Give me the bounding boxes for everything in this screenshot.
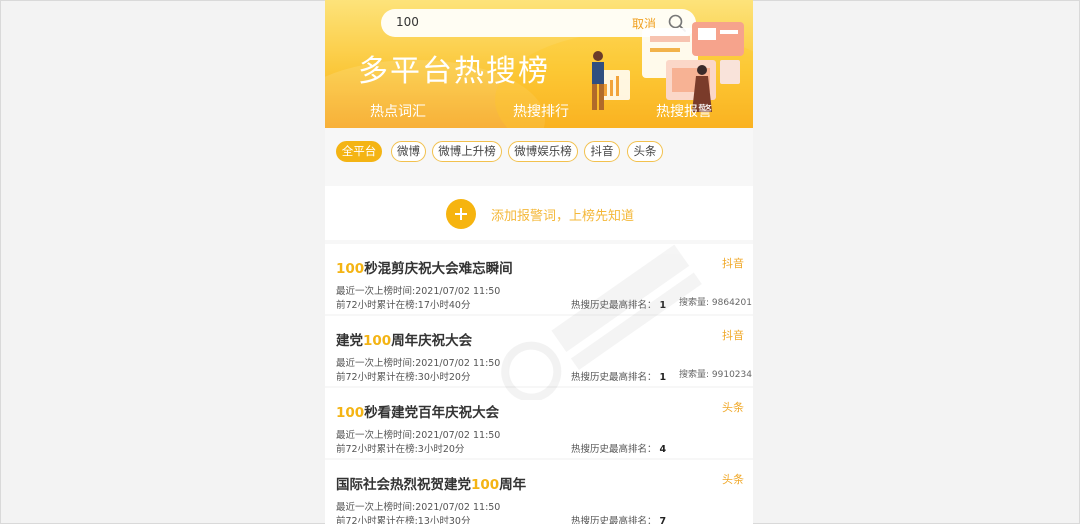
tab-hot-words[interactable]: 热点词汇 [370,101,426,121]
item-rank-value: 7 [659,516,667,524]
item-title-text: 秒看建党百年庆祝大会 [364,405,500,421]
watermark-logo-icon [501,244,702,400]
item-title-highlight: 100 [363,333,392,349]
item-rank-label: 热搜历史最高排名： [571,444,657,455]
filter-chip-weibo-rising[interactable]: 微博上升榜 [432,141,502,162]
phone-screen: 100 取消 多平台热搜榜 热点词汇 热搜排行 热搜报警 全平台 微博 微博上升… [325,0,753,524]
item-title: 100秒看建党百年庆祝大会 [336,401,499,421]
item-title-text: 建党 [336,333,363,349]
item-source: 头条 [722,473,744,486]
item-source: 头条 [722,401,744,414]
item-title-highlight: 100 [336,261,365,277]
item-title-text: 国际社会热烈祝贺建党 [336,477,471,493]
item-title: 国际社会热烈祝贺建党100周年 [336,473,526,493]
item-title-text: 周年庆祝大会 [391,333,473,349]
page-title: 多平台热搜榜 [358,54,550,89]
item-last-time: 最近一次上榜时间:2021/07/02 11:50 [336,502,501,513]
tab-bar: 热点词汇 热搜排行 热搜报警 [325,101,753,125]
filter-chip-all[interactable]: 全平台 [336,141,382,162]
item-duration: 前72小时累计在榜:30小时20分 [336,372,471,383]
add-alert-label[interactable]: 添加报警词，上榜先知道 [491,205,634,224]
item-rank: 热搜历史最高排名： 7 [571,513,666,524]
filter-chip-weibo[interactable]: 微博 [391,141,426,162]
header-banner: 100 取消 多平台热搜榜 热点词汇 热搜排行 热搜报警 [325,0,753,128]
item-duration: 前72小时累计在榜:17小时40分 [336,300,471,311]
item-title: 建党100周年庆祝大会 [336,329,472,349]
item-title-highlight: 100 [336,405,365,421]
item-rank: 热搜历史最高排名： 4 [571,441,666,455]
add-alert-row[interactable]: 添加报警词，上榜先知道 [325,186,753,240]
item-last-time: 最近一次上榜时间:2021/07/02 11:50 [336,430,501,441]
item-duration: 前72小时累计在榜:13小时30分 [336,516,471,524]
search-input[interactable]: 100 [396,15,419,29]
item-title-text: 周年 [499,477,527,493]
filter-chip-douyin[interactable]: 抖音 [584,141,620,162]
item-rank-value: 4 [659,444,667,455]
item-title-highlight: 100 [471,477,500,493]
item-duration: 前72小时累计在榜:3小时20分 [336,444,465,455]
add-icon[interactable] [446,199,476,229]
list-item[interactable]: 国际社会热烈祝贺建党100周年 头条 最近一次上榜时间:2021/07/02 1… [325,460,753,524]
filter-chip-toutiao[interactable]: 头条 [627,141,663,162]
filter-chip-weibo-ent[interactable]: 微博娱乐榜 [508,141,578,162]
tab-hot-alert[interactable]: 热搜报警 [656,101,712,121]
item-rank-label: 热搜历史最高排名： [571,516,657,524]
tab-hot-ranking[interactable]: 热搜排行 [513,101,569,121]
